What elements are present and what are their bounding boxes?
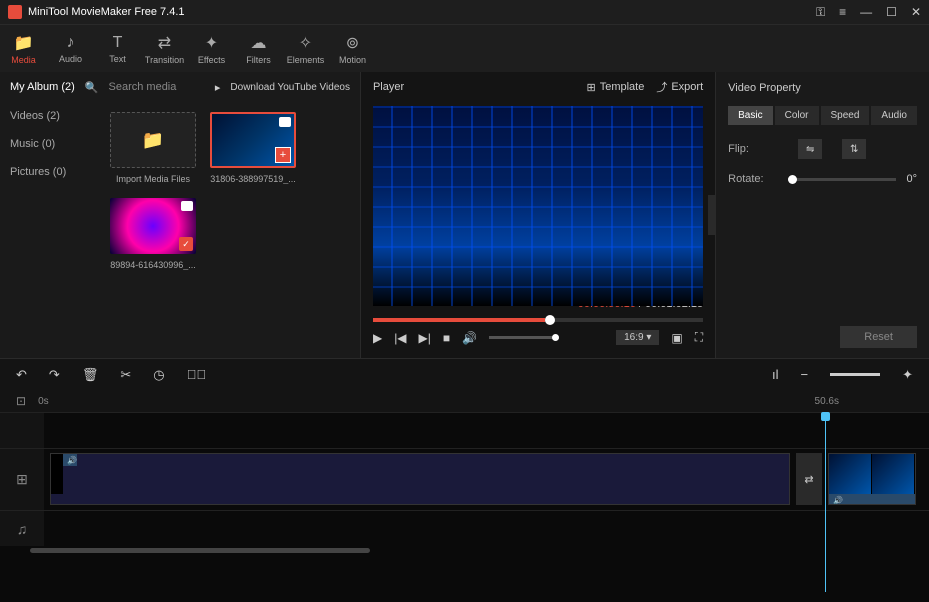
export-button[interactable]: ⤴ Export bbox=[656, 79, 703, 95]
tool-text[interactable]: TText bbox=[94, 25, 141, 72]
flip-vertical-button[interactable]: ⇅ bbox=[842, 139, 866, 159]
reset-button[interactable]: Reset bbox=[840, 326, 917, 348]
player-title: Player bbox=[373, 81, 575, 93]
timeline: ⊞ 🔊 ⇄ 🔊 ♫ bbox=[0, 412, 929, 554]
category-item[interactable]: Music (0) bbox=[0, 130, 100, 158]
horizontal-scrollbar[interactable] bbox=[0, 546, 929, 554]
playhead[interactable] bbox=[825, 412, 826, 592]
rotate-slider[interactable] bbox=[788, 178, 896, 181]
speed-button[interactable]: ◷ bbox=[153, 367, 164, 383]
props-tab-basic[interactable]: Basic bbox=[728, 106, 772, 125]
delete-button[interactable]: 🗑 bbox=[82, 367, 99, 383]
zoom-in-button[interactable]: ✦ bbox=[902, 367, 913, 383]
flip-horizontal-button[interactable]: ⇋ bbox=[798, 139, 822, 159]
key-icon[interactable]: ⚿ bbox=[816, 5, 825, 20]
timeline-clip-2[interactable]: 🔊 bbox=[828, 453, 916, 505]
category-sidebar: Videos (2)Music (0)Pictures (0) bbox=[0, 102, 100, 358]
undo-button[interactable]: ↶ bbox=[16, 367, 27, 383]
download-youtube-link[interactable]: Download YouTube Videos bbox=[230, 82, 350, 93]
fit-icon[interactable]: ⊡ bbox=[16, 394, 26, 408]
main-toolbar: 📁Media♪AudioTText⇄Transition✦Effects☁Fil… bbox=[0, 24, 929, 72]
title-bar: MiniTool MovieMaker Free 7.4.1 ⚿ ≡ — ☐ ✕ bbox=[0, 0, 929, 24]
media-item[interactable]: +31806-388997519_... bbox=[210, 112, 296, 184]
video-track[interactable]: 🔊 ⇄ 🔊 bbox=[44, 449, 929, 510]
play-button[interactable]: ▶ bbox=[373, 331, 382, 345]
zoom-slider[interactable] bbox=[830, 373, 880, 376]
album-tab[interactable]: My Album (2) bbox=[10, 81, 75, 93]
audio-tool-icon[interactable]: ıl bbox=[772, 367, 779, 382]
timeline-ruler[interactable]: ⊡ 0s 50.6s bbox=[0, 390, 929, 412]
app-title: MiniTool MovieMaker Free 7.4.1 bbox=[28, 6, 816, 18]
prev-button[interactable]: |◀ bbox=[394, 331, 406, 345]
zoom-out-button[interactable]: − bbox=[801, 367, 809, 382]
video-badge-icon bbox=[181, 201, 193, 211]
video-track-icon[interactable]: ⊞ bbox=[0, 449, 44, 510]
tool-transition[interactable]: ⇄Transition bbox=[141, 25, 188, 72]
clip-audio-strip[interactable]: 🔊 bbox=[63, 454, 77, 466]
rotate-value: 0° bbox=[906, 173, 917, 185]
volume-slider[interactable] bbox=[489, 336, 559, 339]
props-tab-speed[interactable]: Speed bbox=[821, 106, 870, 125]
category-item[interactable]: Pictures (0) bbox=[0, 158, 100, 186]
video-preview[interactable] bbox=[373, 106, 703, 306]
media-item[interactable]: ✓89894-616430996_... bbox=[110, 198, 196, 270]
close-button[interactable]: ✕ bbox=[911, 5, 921, 19]
used-check-icon: ✓ bbox=[179, 237, 193, 251]
props-tabs: BasicColorSpeedAudio bbox=[728, 106, 917, 125]
search-input[interactable]: Search media bbox=[109, 81, 205, 93]
split-button[interactable]: ✂ bbox=[120, 367, 131, 383]
fullscreen-button[interactable]: ⛶ bbox=[695, 330, 703, 345]
video-badge-icon bbox=[279, 117, 291, 127]
rotate-label: Rotate: bbox=[728, 173, 778, 185]
ruler-mark: 50.6s bbox=[815, 396, 839, 407]
edit-toolbar: ↶ ↷ 🗑 ✂ ◷ ✂⃞ ıl − ✦ bbox=[0, 358, 929, 390]
aspect-select[interactable]: 16:9 ▾ bbox=[616, 330, 659, 345]
tool-effects[interactable]: ✦Effects bbox=[188, 25, 235, 72]
media-grid: 📁Import Media Files+31806-388997519_...✓… bbox=[100, 102, 360, 358]
app-logo-icon bbox=[8, 5, 22, 19]
volume-icon[interactable]: 🔊 bbox=[462, 331, 477, 345]
category-item[interactable]: Videos (2) bbox=[0, 102, 100, 130]
audio-track[interactable] bbox=[44, 511, 929, 546]
swap-button[interactable]: ⇄ bbox=[796, 453, 822, 505]
props-title: Video Property bbox=[728, 82, 917, 94]
template-button[interactable]: ⊞ Template bbox=[586, 81, 644, 94]
ruler-start: 0s bbox=[38, 396, 49, 407]
redo-button[interactable]: ↷ bbox=[49, 367, 60, 383]
timeline-clip-1[interactable]: 🔊 bbox=[50, 453, 790, 505]
maximize-button[interactable]: ☐ bbox=[886, 5, 897, 19]
tool-filters[interactable]: ☁Filters bbox=[235, 25, 282, 72]
minimize-button[interactable]: — bbox=[860, 5, 872, 19]
menu-icon[interactable]: ≡ bbox=[839, 5, 846, 19]
tool-motion[interactable]: ⊚Motion bbox=[329, 25, 376, 72]
media-library-panel: My Album (2) 🔍 Search media ▸ Download Y… bbox=[0, 72, 360, 358]
progress-bar[interactable] bbox=[373, 318, 703, 322]
player-panel: Player ⊞ Template ⤴ Export 00:00:50:16 /… bbox=[360, 72, 715, 358]
add-to-timeline-button[interactable]: + bbox=[275, 147, 291, 163]
media-item[interactable]: 📁Import Media Files bbox=[110, 112, 196, 184]
tool-elements[interactable]: ✧Elements bbox=[282, 25, 329, 72]
clip-audio-strip[interactable]: 🔊 bbox=[829, 494, 915, 505]
video-property-panel: Video Property BasicColorSpeedAudio Flip… bbox=[715, 72, 929, 358]
crop-button[interactable]: ✂⃞ bbox=[187, 367, 207, 382]
tool-audio[interactable]: ♪Audio bbox=[47, 25, 94, 72]
flip-label: Flip: bbox=[728, 143, 778, 155]
props-tab-color[interactable]: Color bbox=[775, 106, 819, 125]
props-tab-audio[interactable]: Audio bbox=[871, 106, 917, 125]
tool-media[interactable]: 📁Media bbox=[0, 25, 47, 72]
next-button[interactable]: ▶| bbox=[419, 331, 431, 345]
audio-track-icon[interactable]: ♫ bbox=[0, 511, 44, 546]
stop-button[interactable]: ■ bbox=[443, 331, 450, 345]
track-gutter-top bbox=[0, 413, 44, 448]
snapshot-button[interactable]: ▣ bbox=[671, 331, 682, 345]
